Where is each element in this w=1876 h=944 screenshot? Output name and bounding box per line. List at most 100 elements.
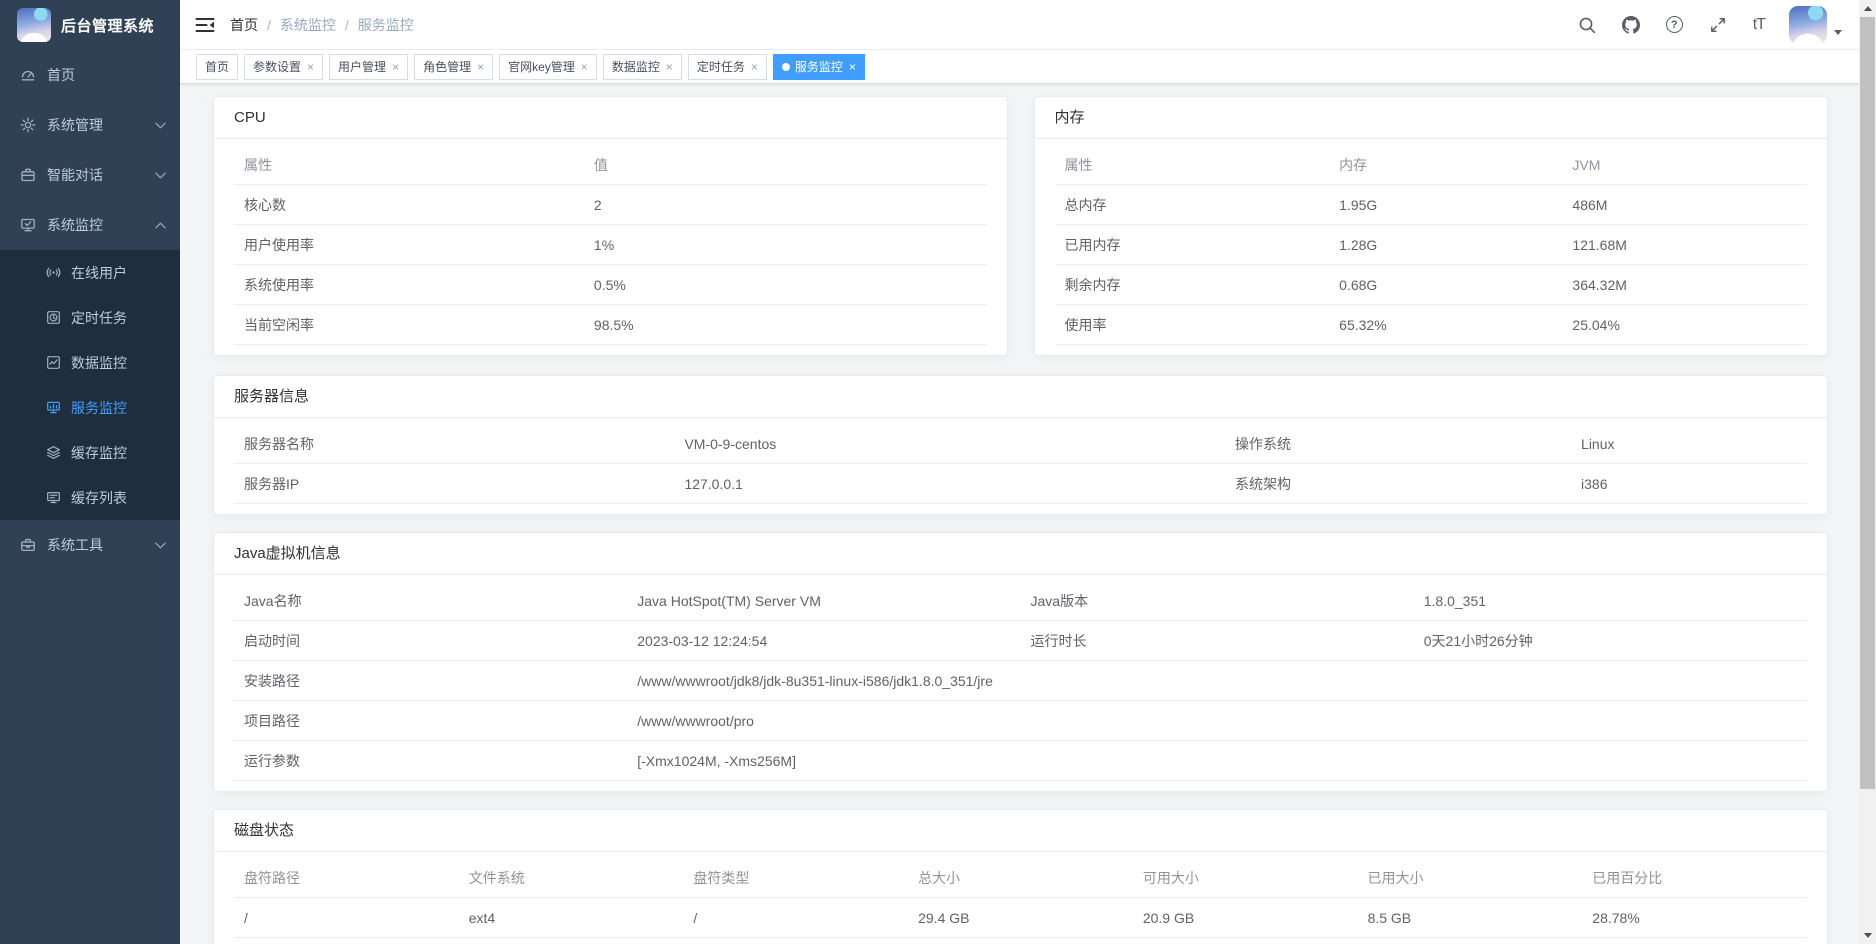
timer-icon (46, 310, 61, 325)
table-row: 使用率 65.32% 25.04% (1055, 305, 1808, 345)
table-row: 安装路径 /www/wwwroot/jdk8/jdk-8u351-linux-i… (234, 661, 1807, 701)
tab-scheduled-tasks[interactable]: 定时任务 × (688, 54, 767, 80)
table-cell: Java版本 (1021, 591, 1414, 611)
close-icon[interactable]: × (666, 61, 673, 73)
disk-table: 盘符路径 文件系统 盘符类型 总大小 可用大小 已用大小 已用百分比 / ext… (214, 852, 1827, 944)
sidebar-item-service-monitoring[interactable]: 服务监控 (0, 385, 180, 430)
hamburger-icon[interactable] (195, 16, 215, 34)
cache-list-icon (46, 490, 61, 505)
table-cell: i386 (1571, 476, 1807, 492)
caret-down-icon[interactable] (1834, 30, 1842, 35)
table-cell: / (234, 910, 459, 926)
sidebar-item-cache-list[interactable]: 缓存列表 (0, 475, 180, 520)
arrow-down-icon (1864, 933, 1872, 938)
card-title: Java虚拟机信息 (214, 533, 1827, 575)
table-header-cell: 内存 (1329, 155, 1562, 175)
close-icon[interactable]: × (392, 61, 399, 73)
tabs-bar: 首页 参数设置 × 用户管理 × 角色管理 × 官网key管理 × 数据监控 × (180, 50, 1876, 84)
table-header-cell: 已用大小 (1358, 868, 1583, 888)
scrollbar-thumb[interactable] (1860, 17, 1875, 789)
tab-param-settings[interactable]: 参数设置 × (244, 54, 323, 80)
close-icon[interactable]: × (849, 61, 856, 73)
sidebar-item-cache-monitoring[interactable]: 缓存监控 (0, 430, 180, 475)
tab-website-key-management[interactable]: 官网key管理 × (499, 54, 597, 80)
tab-label: 角色管理 (423, 58, 471, 75)
table-cell: 1% (584, 237, 987, 253)
jvm-info-card: Java虚拟机信息 Java名称 Java HotSpot(TM) Server… (213, 532, 1828, 792)
table-cell: VM-0-9-centos (674, 436, 1225, 452)
table-cell: 486M (1562, 197, 1807, 213)
main-area: 首页 / 系统监控 / 服务监控 ? tT 首页 参数设置 (180, 0, 1876, 944)
layers-icon (46, 445, 61, 460)
breadcrumb-home[interactable]: 首页 (230, 15, 258, 35)
font-size-icon[interactable]: tT (1753, 16, 1765, 34)
table-cell: /www/wwwroot/jdk8/jdk-8u351-linux-i586/j… (627, 673, 1807, 689)
table-row: 当前空闲率 98.5% (234, 305, 987, 345)
sidebar-item-home[interactable]: 首页 (0, 50, 180, 100)
arrow-up-icon (1864, 6, 1872, 11)
sidebar-item-system-management[interactable]: 系统管理 (0, 100, 180, 150)
sidebar-item-smart-dialog[interactable]: 智能对话 (0, 150, 180, 200)
active-dot (782, 63, 790, 71)
server-monitor-icon (46, 400, 61, 415)
table-cell: 1.28G (1329, 237, 1562, 253)
sidebar-item-system-tools[interactable]: 系统工具 (0, 520, 180, 570)
table-row: / ext4 / 29.4 GB 20.9 GB 8.5 GB 28.78% (234, 898, 1807, 938)
sidebar-item-label: 系统管理 (47, 115, 155, 135)
disk-status-card: 磁盘状态 盘符路径 文件系统 盘符类型 总大小 可用大小 已用大小 已用百分比 … (213, 809, 1828, 944)
tab-user-management[interactable]: 用户管理 × (329, 54, 408, 80)
sidebar-item-label: 系统工具 (47, 535, 155, 555)
logo[interactable]: 后台管理系统 (0, 0, 180, 50)
sidebar-item-online-users[interactable]: 在线用户 (0, 250, 180, 295)
breadcrumb-service-monitoring: 服务监控 (358, 15, 414, 35)
scroll-up-button[interactable] (1859, 0, 1876, 17)
table-header-cell: 值 (584, 155, 987, 175)
close-icon[interactable]: × (751, 61, 758, 73)
chart-icon (46, 355, 61, 370)
memory-card: 内存 属性 内存 JVM 总内存 1.95G 486M (1034, 96, 1829, 356)
sidebar-item-data-monitoring[interactable]: 数据监控 (0, 340, 180, 385)
table-row: 启动时间 2023-03-12 12:24:54 运行时长 0天21小时26分钟 (234, 621, 1807, 661)
table-header-cell: 属性 (234, 155, 584, 175)
table-cell: 总内存 (1055, 195, 1330, 215)
table-cell: 65.32% (1329, 317, 1562, 333)
avatar[interactable] (1789, 6, 1827, 44)
table-cell: 364.32M (1562, 277, 1807, 293)
sidebar-item-system-monitoring[interactable]: 系统监控 (0, 200, 180, 250)
help-icon[interactable]: ? (1666, 16, 1683, 33)
cpu-card: CPU 属性 值 核心数 2 用户使用率 1% (213, 96, 1008, 356)
scrollbar[interactable] (1859, 0, 1876, 944)
tab-label: 数据监控 (612, 58, 660, 75)
table-cell: 2023-03-12 12:24:54 (627, 633, 1020, 649)
table-header-cell: 已用百分比 (1582, 868, 1807, 888)
sidebar-item-scheduled-tasks[interactable]: 定时任务 (0, 295, 180, 340)
tab-data-monitoring[interactable]: 数据监控 × (603, 54, 682, 80)
tab-home[interactable]: 首页 (196, 54, 238, 80)
table-cell: 操作系统 (1225, 434, 1571, 454)
card-title: CPU (214, 97, 1007, 139)
app-root: 后台管理系统 首页 系统管理 智能对话 系统监控 (0, 0, 1876, 944)
tab-role-management[interactable]: 角色管理 × (414, 54, 493, 80)
jvm-info-table: Java名称 Java HotSpot(TM) Server VM Java版本… (214, 575, 1827, 791)
dashboard-icon (20, 67, 36, 83)
close-icon[interactable]: × (307, 61, 314, 73)
tab-label: 参数设置 (253, 58, 301, 75)
tab-label: 服务监控 (795, 58, 843, 75)
content: CPU 属性 值 核心数 2 用户使用率 1% (180, 84, 1876, 944)
chevron-down-icon (155, 542, 166, 549)
fullscreen-icon[interactable] (1709, 16, 1727, 34)
sidebar-item-label: 在线用户 (71, 263, 166, 283)
github-icon[interactable] (1622, 16, 1640, 34)
scroll-down-button[interactable] (1859, 927, 1876, 944)
close-icon[interactable]: × (477, 61, 484, 73)
search-icon[interactable] (1578, 16, 1596, 34)
table-cell: 25.04% (1562, 317, 1807, 333)
table-row: 系统使用率 0.5% (234, 265, 987, 305)
app-title: 后台管理系统 (61, 15, 154, 36)
table-header-row: 盘符路径 文件系统 盘符类型 总大小 可用大小 已用大小 已用百分比 (234, 858, 1807, 898)
table-header-cell: 盘符路径 (234, 868, 459, 888)
tab-service-monitoring[interactable]: 服务监控 × (773, 54, 865, 80)
table-cell: 使用率 (1055, 315, 1330, 335)
table-cell: Java HotSpot(TM) Server VM (627, 593, 1020, 609)
close-icon[interactable]: × (581, 61, 588, 73)
